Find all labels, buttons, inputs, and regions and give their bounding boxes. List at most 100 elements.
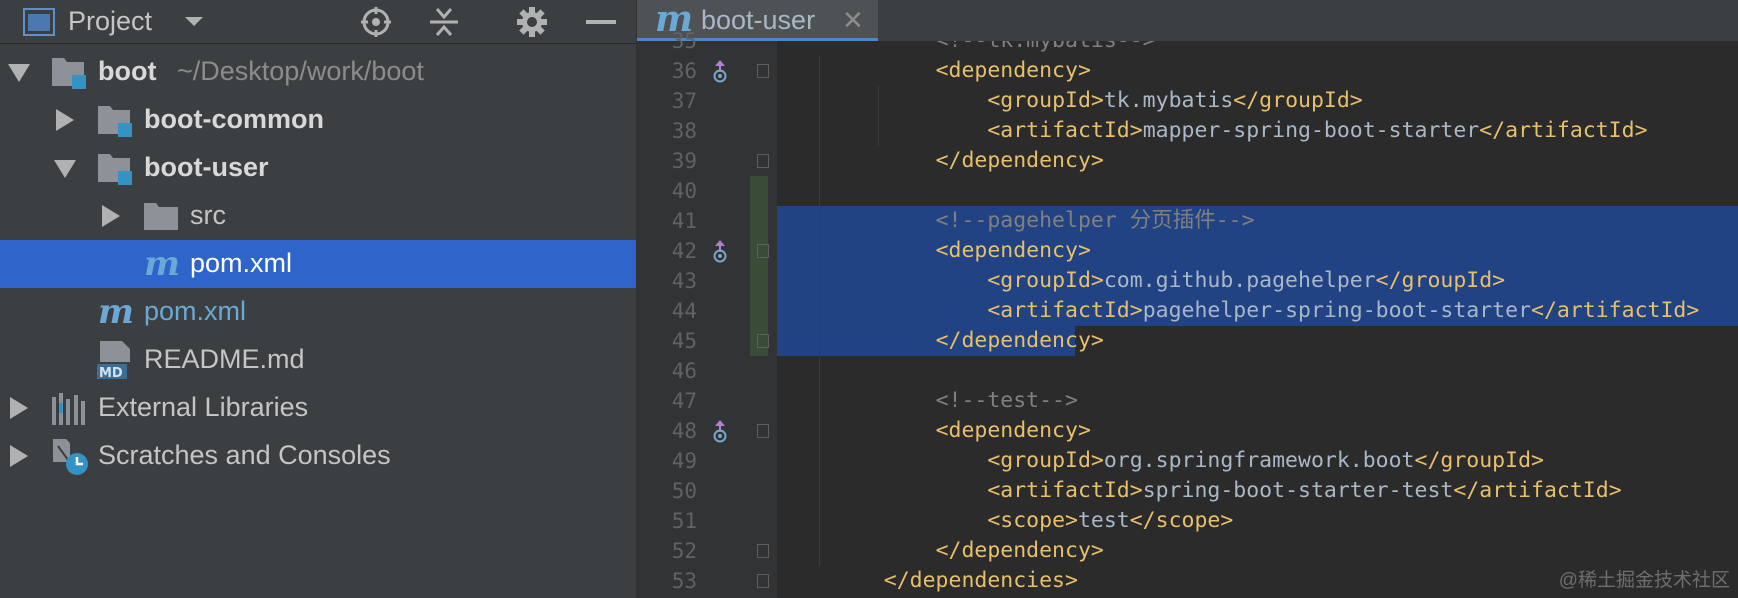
code-line[interactable]: <dependency>	[832, 236, 1091, 266]
tree-item-label: pom.xml	[144, 296, 247, 326]
collapse-arrow-icon[interactable]	[54, 160, 76, 178]
line-number: 40	[671, 179, 697, 203]
code-area[interactable]: <!--tk.mybatis--> <dependency> <groupId>…	[777, 41, 1738, 598]
collapse-arrow-icon[interactable]	[8, 64, 30, 82]
expand-arrow-icon[interactable]	[102, 205, 120, 227]
code-line[interactable]: <groupId>org.springframework.boot</group…	[832, 446, 1544, 476]
code-line[interactable]: </dependency>	[832, 326, 1104, 356]
tree-item-scratches[interactable]: Scratches and Consoles	[0, 432, 636, 480]
tree-item-label: pom.xml	[190, 248, 293, 278]
line-number: 53	[671, 569, 697, 593]
project-panel-title[interactable]: Project	[68, 0, 152, 43]
code-line[interactable]: <!--pagehelper 分页插件-->	[832, 206, 1255, 236]
code-line[interactable]: <artifactId>pagehelper-spring-boot-start…	[832, 296, 1699, 326]
xml-tag: <artifactId>	[987, 118, 1143, 143]
code-line[interactable]: <groupId>tk.mybatis</groupId>	[832, 86, 1363, 116]
xml-tag: <groupId>	[987, 88, 1104, 113]
xml-tag: <groupId>	[987, 448, 1104, 473]
tree-item-root-pom-xml[interactable]: m pom.xml	[0, 288, 636, 336]
code-line[interactable]: <groupId>com.github.pagehelper</groupId>	[832, 266, 1505, 296]
line-number: 50	[671, 479, 697, 503]
xml-text: pagehelper-spring-boot-starter	[1142, 298, 1532, 323]
hide-panel-icon[interactable]	[584, 0, 618, 43]
scratches-icon	[50, 436, 88, 475]
xml-tag: </groupId>	[1414, 448, 1544, 473]
project-view-icon[interactable]	[22, 0, 56, 43]
xml-tag: <dependency>	[935, 238, 1091, 263]
code-line[interactable]: <!--tk.mybatis-->	[832, 41, 1156, 56]
maven-icon: m	[96, 292, 134, 332]
code-line[interactable]: </dependencies>	[832, 566, 1078, 596]
fold-start-icon[interactable]	[757, 424, 769, 438]
expand-arrow-icon[interactable]	[10, 397, 28, 419]
line-number: 49	[671, 449, 697, 473]
xml-text: com.github.pagehelper	[1103, 268, 1376, 293]
line-number: 37	[671, 89, 697, 113]
tree-item-src[interactable]: src	[0, 192, 636, 240]
close-icon[interactable]: ✕	[842, 0, 864, 41]
editor-tab-bar: m boot-user ✕	[637, 0, 1738, 42]
xml-tag: </dependencies>	[883, 568, 1078, 593]
fold-end-icon[interactable]	[757, 544, 769, 558]
libraries-icon	[50, 389, 88, 427]
xml-text: test	[1077, 508, 1130, 533]
line-number: 43	[671, 269, 697, 293]
xml-comment: <!--tk.mybatis-->	[936, 41, 1156, 53]
overridden-dependency-icon[interactable]	[712, 59, 728, 83]
fold-end-icon[interactable]	[757, 574, 769, 588]
xml-tag: <groupId>	[987, 268, 1104, 293]
code-line[interactable]: <dependency>	[832, 416, 1091, 446]
tree-item-readme[interactable]: MD README.md	[0, 336, 636, 384]
code-line[interactable]: <scope>test</scope>	[832, 506, 1233, 536]
fold-start-icon[interactable]	[757, 64, 769, 78]
tree-item-boot-user[interactable]: boot-user	[0, 144, 636, 192]
line-number: 36	[671, 59, 697, 83]
svg-text:m: m	[144, 245, 180, 283]
line-number: 52	[671, 539, 697, 563]
line-number: 42	[671, 239, 697, 263]
code-line[interactable]: </dependency>	[832, 536, 1104, 566]
fold-end-icon[interactable]	[757, 334, 769, 348]
xml-text: spring-boot-starter-test	[1142, 478, 1454, 503]
svg-text:MD: MD	[99, 366, 123, 380]
folder-icon	[142, 197, 180, 235]
code-line[interactable]: <artifactId>mapper-spring-boot-starter</…	[832, 116, 1647, 146]
line-number: 44	[671, 299, 697, 323]
project-path: ~/Desktop/work/boot	[177, 56, 424, 86]
overridden-dependency-icon[interactable]	[712, 239, 728, 263]
fold-end-icon[interactable]	[757, 154, 769, 168]
xml-tag: </groupId>	[1233, 88, 1363, 113]
collapse-all-icon[interactable]	[426, 0, 462, 43]
maven-icon: m	[142, 244, 180, 284]
line-number: 41	[671, 209, 697, 233]
gear-icon[interactable]	[514, 0, 550, 43]
vcs-added-lines-marker[interactable]	[750, 176, 768, 356]
tree-item-label: src	[190, 200, 226, 230]
code-line[interactable]: <artifactId>spring-boot-starter-test</ar…	[832, 476, 1622, 506]
overridden-dependency-icon[interactable]	[712, 419, 728, 443]
code-line[interactable]: </dependency>	[832, 146, 1104, 176]
watermark: @稀土掘金技术社区	[1558, 570, 1730, 591]
fold-start-icon[interactable]	[757, 244, 769, 258]
markdown-file-icon: MD	[96, 340, 134, 381]
tree-item-label: External Libraries	[98, 392, 309, 422]
code-line[interactable]: <!--test-->	[832, 386, 1078, 416]
tree-item-external-libraries[interactable]: External Libraries	[0, 384, 636, 432]
line-number: 38	[671, 119, 697, 143]
xml-tag: </scope>	[1129, 508, 1234, 533]
dropdown-arrow-icon[interactable]	[182, 0, 206, 43]
code-line[interactable]: <dependency>	[832, 56, 1091, 86]
line-number: 51	[671, 509, 697, 533]
tree-item-boot[interactable]: boot ~/Desktop/work/boot	[0, 48, 636, 96]
expand-arrow-icon[interactable]	[10, 445, 28, 467]
xml-tag: <dependency>	[935, 58, 1091, 83]
tree-item-boot-common[interactable]: boot-common	[0, 96, 636, 144]
xml-tag: </groupId>	[1375, 268, 1506, 293]
xml-tag: <artifactId>	[987, 478, 1143, 503]
project-tool-window: Project boot ~/Desktop/work/boot boot-co…	[0, 0, 637, 598]
editor-gutter[interactable]: 35 36 37 38 39 40 41 42 43 44 45 46 47 48 49 50 51 52 53	[637, 29, 777, 598]
locate-file-icon[interactable]	[358, 0, 394, 43]
expand-arrow-icon[interactable]	[56, 109, 74, 131]
tree-item-pom-xml-selected[interactable]: m pom.xml	[0, 240, 636, 288]
xml-tag: </artifactId>	[1453, 478, 1622, 503]
